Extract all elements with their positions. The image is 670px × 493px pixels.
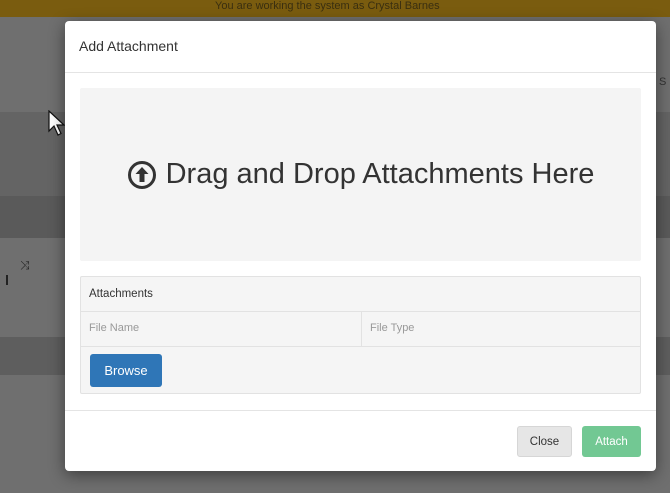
shuffle-icon: ⤨: [20, 258, 30, 272]
background-banner-text: You are working the system as Crystal Ba…: [215, 0, 440, 12]
column-header-file-type: File Type: [370, 322, 415, 334]
background-text-fragment: S: [659, 76, 667, 88]
dropzone-text: Drag and Drop Attachments Here: [165, 158, 595, 190]
add-attachment-dialog: Add Attachment Drag and Drop Attachments…: [65, 21, 656, 471]
upload-circle-icon: [127, 160, 157, 190]
background-top-banner: You are working the system as Crystal Ba…: [0, 0, 670, 17]
attachments-heading: Attachments: [89, 288, 153, 300]
attach-button[interactable]: Attach: [582, 426, 641, 457]
browse-button[interactable]: Browse: [90, 354, 162, 387]
dialog-header: Add Attachment: [65, 21, 656, 73]
footer-divider: [65, 410, 656, 411]
dropzone-content: Drag and Drop Attachments Here: [127, 158, 595, 191]
close-button[interactable]: Close: [517, 426, 572, 457]
divider: [81, 346, 640, 347]
attachments-panel: Attachments File Name File Type Browse: [80, 276, 641, 394]
dialog-title: Add Attachment: [79, 38, 178, 54]
column-header-file-name: File Name: [89, 322, 140, 334]
attachment-dropzone[interactable]: Drag and Drop Attachments Here: [80, 88, 641, 261]
background-marker: [6, 275, 8, 285]
column-divider: [361, 312, 362, 346]
